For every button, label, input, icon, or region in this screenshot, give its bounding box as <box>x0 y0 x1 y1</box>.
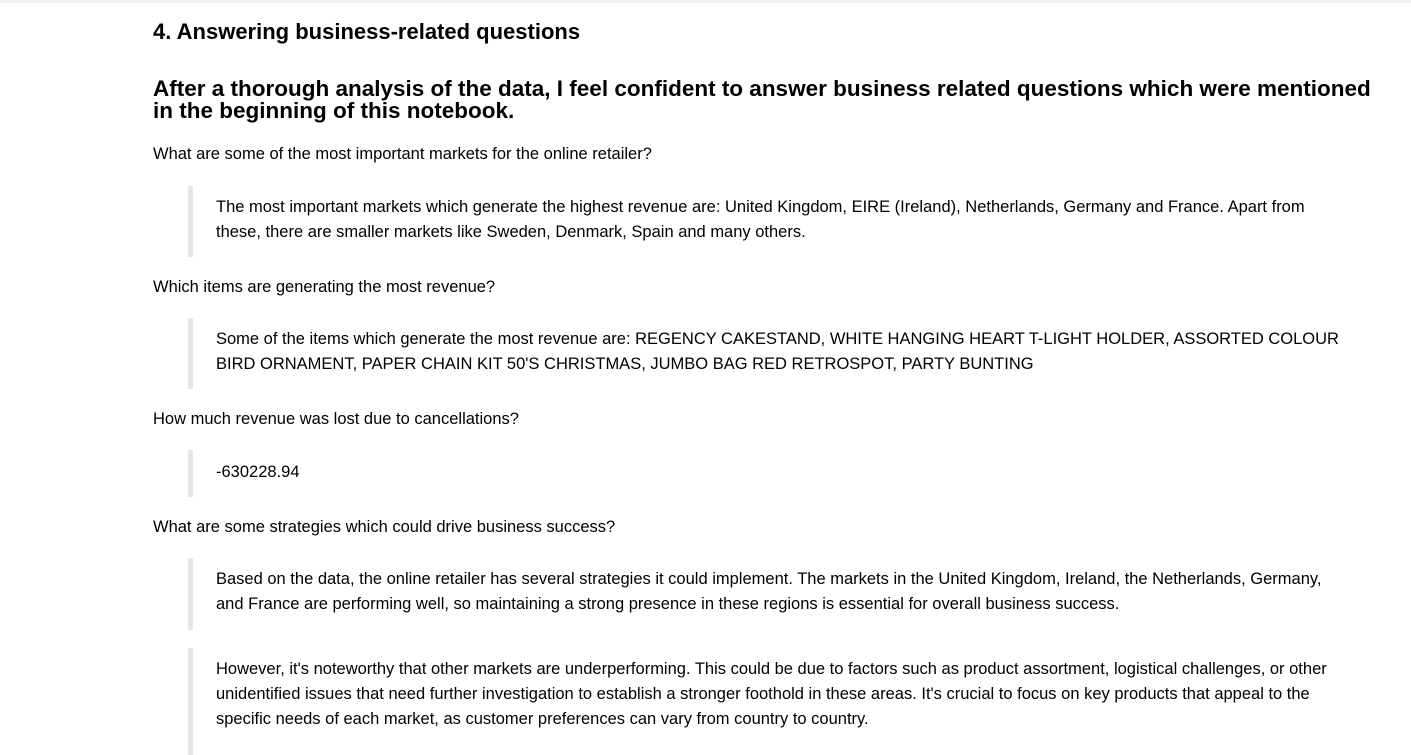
top-divider <box>0 0 1411 3</box>
question-cancellations: How much revenue was lost due to cancell… <box>153 410 519 428</box>
section-heading: 4. Answering business-related questions <box>153 19 581 44</box>
answer-strategies-1: Based on the data, the online retailer h… <box>188 558 1348 630</box>
answer-text: -630228.94 <box>216 463 300 481</box>
answer-cancellations: -630228.94 <box>188 450 1348 497</box>
question-items: Which items are generating the most reve… <box>153 278 496 296</box>
answer-items: Some of the items which generate the mos… <box>188 318 1348 389</box>
question-strategies: What are some strategies which could dri… <box>153 518 616 536</box>
answer-strategies-2: However, it's noteworthy that other mark… <box>188 648 1348 755</box>
question-markets: What are some of the most important mark… <box>153 145 652 163</box>
answer-text: Some of the items which generate the mos… <box>216 330 1339 373</box>
answer-text: The most important markets which generat… <box>216 198 1305 241</box>
intro-heading: After a thorough analysis of the data, I… <box>153 76 1371 123</box>
answer-text: Based on the data, the online retailer h… <box>216 570 1322 613</box>
answer-markets: The most important markets which generat… <box>188 186 1348 257</box>
answer-text: However, it's noteworthy that other mark… <box>216 660 1327 728</box>
